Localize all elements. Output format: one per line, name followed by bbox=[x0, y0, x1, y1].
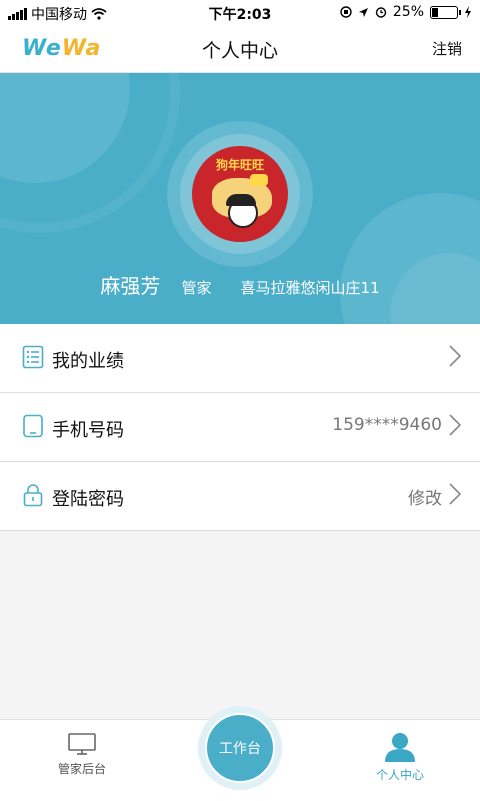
tab-label: 管家后台 bbox=[57, 762, 106, 776]
logout-button[interactable]: 注销 bbox=[432, 38, 462, 59]
menu-item-password[interactable]: 登陆密码 修改 bbox=[0, 462, 480, 531]
battery-percent: 25% bbox=[392, 4, 424, 20]
menu-label: 手机号码 bbox=[52, 420, 124, 441]
menu-label: 登陆密码 bbox=[52, 489, 124, 510]
lock-icon bbox=[23, 484, 43, 507]
phone-number: 159****9460 bbox=[332, 415, 442, 435]
menu-label: 我的业绩 bbox=[52, 351, 124, 372]
battery-icon bbox=[430, 5, 461, 19]
change-password-link[interactable]: 修改 bbox=[408, 484, 442, 509]
menu-item-phone[interactable]: 手机号码 159****9460 bbox=[0, 393, 480, 462]
tab-profile[interactable]: 个人中心 bbox=[340, 732, 460, 783]
settings-list: 我的业绩 手机号码 159****9460 登陆密码 修改 bbox=[0, 324, 480, 531]
workbench-button[interactable]: 工作台 bbox=[205, 713, 275, 783]
tab-admin-backend[interactable]: 管家后台 bbox=[22, 732, 142, 777]
location-icon bbox=[358, 7, 368, 17]
tab-label: 个人中心 bbox=[375, 768, 424, 782]
status-right: 25% bbox=[340, 4, 472, 20]
person-icon bbox=[385, 733, 415, 762]
chevron-right-icon bbox=[449, 483, 462, 505]
user-estate: 喜马拉雅悠闲山庄11 bbox=[240, 279, 380, 297]
avatar-bubble bbox=[250, 174, 268, 186]
menu-item-performance[interactable]: 我的业绩 bbox=[0, 324, 480, 393]
page-title: 个人中心 bbox=[201, 40, 278, 62]
alarm-icon bbox=[375, 7, 387, 18]
avatar-caption: 狗年旺旺 bbox=[215, 158, 264, 172]
avatar-hair bbox=[226, 194, 256, 206]
nav-bar: WeWa 个人中心 注销 bbox=[0, 26, 480, 73]
user-role: 管家 bbox=[181, 279, 212, 297]
status-bar: 中国移动 下午2:03 25% bbox=[0, 0, 480, 26]
chevron-right-icon bbox=[449, 414, 462, 436]
chevron-right-icon bbox=[449, 345, 462, 367]
rotation-lock-icon bbox=[340, 6, 352, 18]
profile-info: 麻强芳 管家 喜马拉雅悠闲山庄11 bbox=[0, 270, 480, 299]
monitor-icon bbox=[68, 733, 96, 755]
charging-icon bbox=[465, 6, 471, 18]
avatar[interactable]: 狗年旺旺 bbox=[192, 146, 288, 242]
user-name: 麻强芳 bbox=[100, 274, 161, 298]
list-icon bbox=[22, 345, 44, 369]
tablet-icon bbox=[23, 414, 43, 438]
profile-header: 狗年旺旺 麻强芳 管家 喜马拉雅悠闲山庄11 bbox=[0, 73, 480, 324]
